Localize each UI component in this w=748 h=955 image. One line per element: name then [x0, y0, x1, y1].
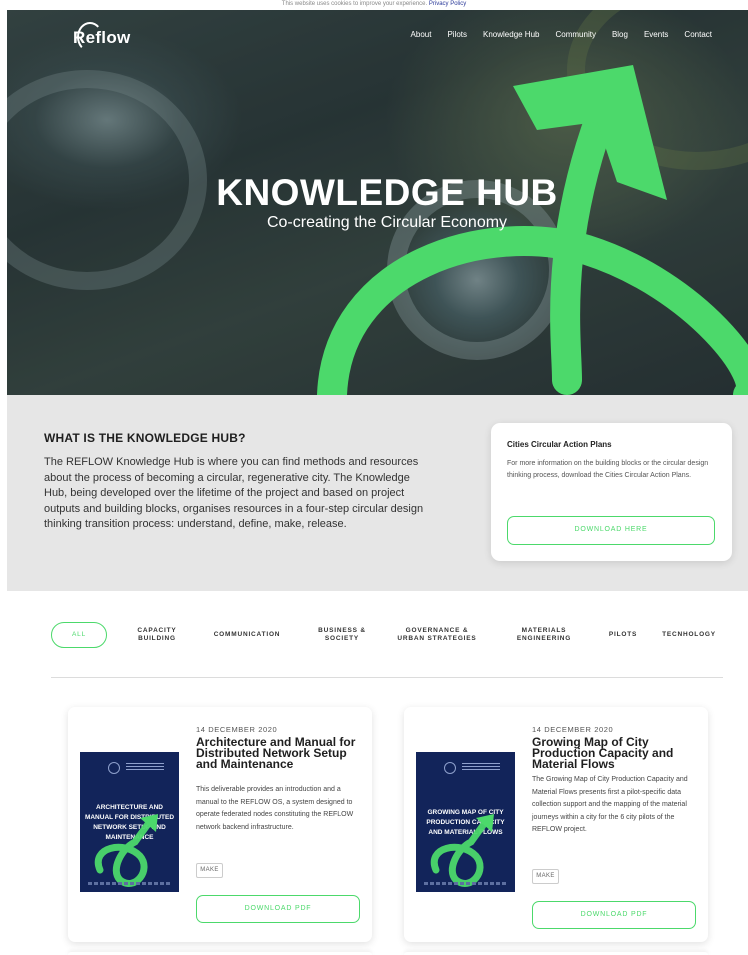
card-date: 14 DECEMBER 2020: [196, 725, 278, 734]
resource-card: GROWING MAP OF CITY PRODUCTION CAPACITY …: [404, 707, 708, 942]
filter-label: BUILDING: [138, 635, 176, 642]
action-plans-text: For more information on the building blo…: [507, 460, 709, 479]
filter-label: GOVERNANCE &: [405, 627, 469, 634]
document-cover-image[interactable]: ARCHITECTURE AND MANUAL FOR DISTRIBUTED …: [80, 752, 179, 892]
hero-subtitle: Co-creating the Circular Economy: [266, 214, 508, 231]
cookie-notice: This website uses cookies to improve you…: [0, 0, 748, 10]
main-nav: About Pilots Knowledge Hub Community Blo…: [395, 30, 712, 39]
filter-business-society[interactable]: BUSINESS & SOCIETY: [305, 622, 379, 648]
filter-label: BUSINESS &: [318, 627, 366, 634]
filter-technology[interactable]: TECNHOLOGY: [655, 622, 723, 648]
filter-label: URBAN STRATEGIES: [397, 635, 477, 642]
cover-arrow-icon: [94, 814, 158, 887]
card-title[interactable]: Architecture and Manual for Distributed …: [196, 736, 366, 770]
filter-all[interactable]: ALL: [51, 622, 107, 648]
filter-label: PILOTS: [608, 631, 638, 638]
filter-label: CAPACITY: [137, 627, 177, 634]
filter-label: ALL: [72, 631, 86, 638]
logo-arc-icon: [77, 22, 103, 52]
nav-knowledge-hub[interactable]: Knowledge Hub: [483, 30, 539, 39]
intro-section: WHAT IS THE KNOWLEDGE HUB? The REFLOW Kn…: [7, 395, 748, 591]
action-plans-card: Cities Circular Action Plans For more in…: [491, 423, 732, 561]
download-here-button[interactable]: DOWNLOAD HERE: [507, 516, 715, 545]
cover-arrow-icon: [430, 814, 494, 887]
filter-label: ENGINEERING: [516, 635, 572, 642]
nav-events[interactable]: Events: [644, 30, 668, 39]
filter-label: MATERIALS: [521, 627, 567, 634]
nav-blog[interactable]: Blog: [612, 30, 628, 39]
cover-footer-lines: [88, 882, 171, 885]
cover-footer-lines: [424, 882, 507, 885]
filter-communication[interactable]: COMMUNICATION: [205, 622, 289, 648]
card-tag[interactable]: MAKE: [532, 869, 559, 884]
action-plans-title: Cities Circular Action Plans: [507, 440, 612, 449]
hero-banner: Reflow About Pilots Knowledge Hub Commun…: [7, 10, 748, 395]
card-title[interactable]: Growing Map of City Production Capacity …: [532, 736, 702, 770]
document-cover-image[interactable]: GROWING MAP OF CITY PRODUCTION CAPACITY …: [416, 752, 515, 892]
filter-governance-urban-strategies[interactable]: GOVERNANCE & URBAN STRATEGIES: [385, 622, 489, 648]
card-date: 14 DECEMBER 2020: [532, 725, 614, 734]
category-filters: ALL CAPACITY BUILDING COMMUNICATION BUSI…: [51, 622, 731, 648]
nav-contact[interactable]: Contact: [684, 30, 712, 39]
card-description: This deliverable provides an introductio…: [196, 786, 354, 831]
intro-text: The REFLOW Knowledge Hub is where you ca…: [44, 456, 424, 530]
cookie-text: This website uses cookies to improve you…: [281, 1, 428, 7]
card-tag[interactable]: MAKE: [196, 863, 223, 878]
privacy-policy-link[interactable]: Privacy Policy: [429, 1, 466, 7]
filter-pilots[interactable]: PILOTS: [599, 622, 647, 648]
filter-materials-engineering[interactable]: MATERIALS ENGINEERING: [507, 622, 581, 648]
nav-community[interactable]: Community: [555, 30, 595, 39]
filter-capacity-building[interactable]: CAPACITY BUILDING: [125, 622, 189, 648]
filter-label: COMMUNICATION: [213, 631, 281, 638]
hero-title: KNOWLEDGE HUB: [216, 172, 558, 213]
section-divider: [51, 677, 723, 678]
download-pdf-button[interactable]: DOWNLOAD PDF: [532, 901, 696, 929]
nav-pilots[interactable]: Pilots: [447, 30, 467, 39]
reflow-logo[interactable]: Reflow: [73, 22, 131, 52]
filter-label: TECNHOLOGY: [662, 631, 716, 638]
filter-label: SOCIETY: [324, 635, 360, 642]
resource-card: ARCHITECTURE AND MANUAL FOR DISTRIBUTED …: [68, 707, 372, 942]
intro-title: WHAT IS THE KNOWLEDGE HUB?: [44, 431, 246, 445]
nav-about[interactable]: About: [411, 30, 432, 39]
download-pdf-button[interactable]: DOWNLOAD PDF: [196, 895, 360, 923]
card-description: The Growing Map of City Production Capac…: [532, 776, 688, 833]
